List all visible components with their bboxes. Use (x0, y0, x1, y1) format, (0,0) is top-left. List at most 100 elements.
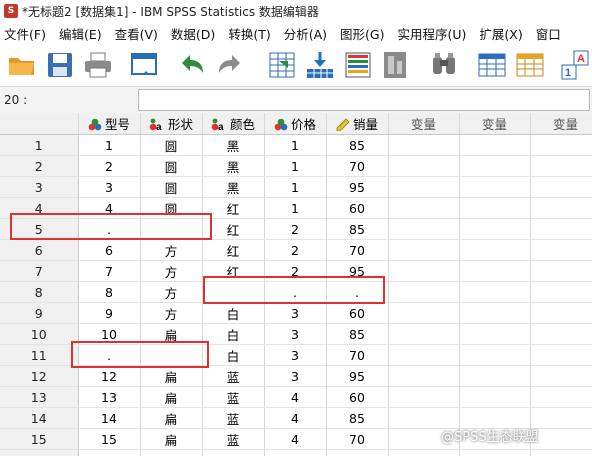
corner-cell[interactable] (0, 113, 79, 135)
menu-item-8[interactable]: 扩展(X) (475, 24, 527, 43)
row-number[interactable]: 2 (0, 155, 79, 177)
variables-icon[interactable] (342, 49, 374, 81)
menu-item-2[interactable]: 查看(V) (111, 24, 163, 43)
data-cell[interactable]: 扁 (140, 428, 203, 450)
data-cell[interactable] (388, 176, 460, 198)
data-cell[interactable]: 12 (78, 365, 141, 387)
data-cell[interactable] (202, 449, 265, 456)
column-header-6[interactable]: 变量 (388, 113, 460, 135)
row-number[interactable]: 8 (0, 281, 79, 303)
data-cell[interactable] (388, 218, 460, 240)
menu-item-0[interactable]: 文件(F) (0, 24, 51, 43)
data-cell[interactable] (530, 407, 592, 429)
data-cell[interactable]: 1 (264, 155, 327, 177)
row-number[interactable]: 9 (0, 302, 79, 324)
find-icon[interactable] (428, 49, 460, 81)
data-cell[interactable]: 4 (264, 386, 327, 408)
menu-item-7[interactable]: 实用程序(U) (393, 24, 471, 43)
data-cell[interactable]: 70 (326, 155, 389, 177)
data-cell[interactable]: 红 (202, 260, 265, 282)
data-cell[interactable]: 60 (326, 302, 389, 324)
data-cell[interactable]: 1 (264, 197, 327, 219)
data-cell[interactable] (326, 449, 389, 456)
row-number[interactable]: 14 (0, 407, 79, 429)
data-cell[interactable]: 蓝 (202, 428, 265, 450)
data-cell[interactable] (264, 449, 327, 456)
data-cell[interactable]: 1 (264, 134, 327, 156)
data-cell[interactable] (388, 155, 460, 177)
data-cell[interactable] (388, 386, 460, 408)
data-cell[interactable]: 70 (326, 428, 389, 450)
data-cell[interactable]: 红 (202, 239, 265, 261)
data-cell[interactable]: 60 (326, 197, 389, 219)
menu-item-3[interactable]: 数据(D) (167, 24, 220, 43)
data-cell[interactable]: 红 (202, 197, 265, 219)
cell-value-input[interactable] (138, 89, 590, 111)
undo-icon[interactable] (176, 49, 208, 81)
goto-case-icon[interactable] (266, 49, 298, 81)
data-cell[interactable] (530, 428, 592, 450)
data-cell[interactable]: 蓝 (202, 407, 265, 429)
data-cell[interactable] (459, 449, 531, 456)
row-number[interactable]: 4 (0, 197, 79, 219)
data-cell[interactable]: 14 (78, 407, 141, 429)
data-cell[interactable] (530, 365, 592, 387)
insert-cases-icon[interactable] (476, 49, 508, 81)
data-cell[interactable]: 95 (326, 176, 389, 198)
data-cell[interactable] (459, 386, 531, 408)
data-cell[interactable]: 60 (326, 386, 389, 408)
data-cell[interactable] (202, 281, 265, 303)
data-cell[interactable]: 85 (326, 218, 389, 240)
data-cell[interactable]: 白 (202, 323, 265, 345)
data-cell[interactable]: 3 (264, 344, 327, 366)
data-cell[interactable]: 9 (78, 302, 141, 324)
value-labels-icon[interactable]: A1 (560, 49, 592, 81)
data-cell[interactable]: 圆 (140, 197, 203, 219)
row-number[interactable]: 3 (0, 176, 79, 198)
data-cell[interactable]: . (264, 281, 327, 303)
open-folder-icon[interactable] (6, 49, 38, 81)
data-cell[interactable]: 方 (140, 302, 203, 324)
row-number[interactable]: 1 (0, 134, 79, 156)
data-cell[interactable] (388, 260, 460, 282)
data-cell[interactable]: . (326, 281, 389, 303)
data-cell[interactable]: 1 (264, 176, 327, 198)
data-cell[interactable] (140, 449, 203, 456)
data-cell[interactable]: . (78, 218, 141, 240)
column-header-8[interactable]: 变量 (530, 113, 592, 135)
data-cell[interactable]: 3 (264, 365, 327, 387)
row-number[interactable]: 6 (0, 239, 79, 261)
data-cell[interactable] (459, 197, 531, 219)
data-cell[interactable]: 3 (78, 176, 141, 198)
data-cell[interactable]: 方 (140, 281, 203, 303)
data-cell[interactable]: 70 (326, 344, 389, 366)
data-cell[interactable]: 扁 (140, 386, 203, 408)
data-cell[interactable]: 6 (78, 239, 141, 261)
data-cell[interactable]: 3 (264, 302, 327, 324)
data-cell[interactable] (388, 239, 460, 261)
goto-variable-icon[interactable] (304, 49, 336, 81)
data-cell[interactable] (459, 344, 531, 366)
row-number[interactable]: 10 (0, 323, 79, 345)
data-cell[interactable]: 4 (78, 197, 141, 219)
data-cell[interactable]: 2 (264, 260, 327, 282)
data-cell[interactable] (459, 239, 531, 261)
row-number[interactable]: 11 (0, 344, 79, 366)
column-header-1[interactable]: 型号 (78, 113, 141, 135)
data-cell[interactable]: 圆 (140, 176, 203, 198)
data-cell[interactable]: 方 (140, 239, 203, 261)
data-cell[interactable]: 白 (202, 344, 265, 366)
data-cell[interactable]: 2 (264, 218, 327, 240)
menu-item-6[interactable]: 图形(G) (336, 24, 389, 43)
data-cell[interactable] (530, 344, 592, 366)
data-cell[interactable] (140, 218, 203, 240)
data-cell[interactable]: 1 (78, 134, 141, 156)
run-descriptive-icon[interactable] (380, 49, 412, 81)
data-cell[interactable]: 扁 (140, 323, 203, 345)
data-cell[interactable] (388, 365, 460, 387)
data-cell[interactable] (530, 449, 592, 456)
data-cell[interactable]: 圆 (140, 134, 203, 156)
data-cell[interactable] (530, 281, 592, 303)
data-cell[interactable] (388, 197, 460, 219)
data-cell[interactable]: 白 (202, 302, 265, 324)
